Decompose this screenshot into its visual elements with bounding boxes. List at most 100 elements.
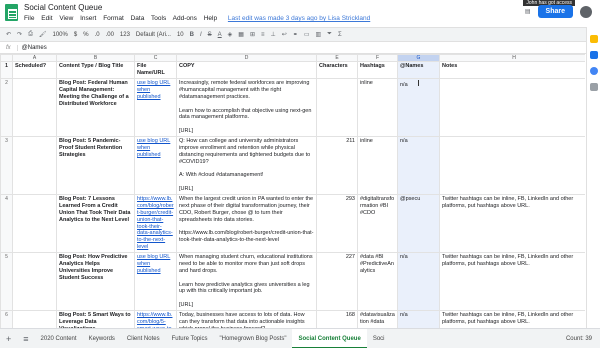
row-number[interactable]: 3 xyxy=(0,136,13,195)
cell-names[interactable]: n/a xyxy=(397,136,440,195)
print-icon[interactable]: ⎙ xyxy=(28,31,33,38)
corner-cell[interactable] xyxy=(0,54,13,63)
column-header-a[interactable]: A xyxy=(12,54,57,63)
cell-title[interactable]: Blog Post: 5 Smart Ways to Leverage Data… xyxy=(56,310,135,328)
redo-icon[interactable]: ↷ xyxy=(17,31,22,38)
column-header-c[interactable]: C xyxy=(134,54,177,63)
cell-hashtags[interactable]: inline xyxy=(357,78,398,137)
cell-url[interactable]: use blog URL when published xyxy=(134,252,177,311)
header-cell[interactable]: COPY xyxy=(176,61,317,79)
row-number[interactable]: 5 xyxy=(0,252,13,311)
text-color-icon[interactable]: A xyxy=(218,32,222,38)
column-header-f[interactable]: F xyxy=(357,54,398,63)
functions-icon[interactable]: Σ xyxy=(338,32,342,38)
cell-scheduled[interactable] xyxy=(12,194,57,253)
menu-format[interactable]: Format xyxy=(103,15,124,22)
cell-url[interactable]: use blog URL when published xyxy=(134,136,177,195)
add-sheet-button[interactable]: + xyxy=(0,334,17,344)
cell-copy[interactable]: When managing student churn, educational… xyxy=(176,252,317,311)
document-title[interactable]: Social Content Queue xyxy=(24,3,102,12)
align-icon[interactable]: ≡ xyxy=(261,32,265,38)
increase-decimal-button[interactable]: .00 xyxy=(106,32,114,38)
cell-characters[interactable]: 227 xyxy=(316,252,358,311)
header-cell[interactable]: Hashtags xyxy=(357,61,398,79)
font-select[interactable]: Default (Ari... xyxy=(136,32,171,38)
avatar[interactable] xyxy=(580,5,592,18)
cell-notes[interactable]: Twitter hashtags can be inline, FB, Link… xyxy=(439,194,585,253)
cell-scheduled[interactable] xyxy=(12,252,57,311)
cell-characters[interactable] xyxy=(316,78,358,137)
cell-copy[interactable]: When the largest credit union in PA want… xyxy=(176,194,317,253)
fill-color-icon[interactable]: ◈ xyxy=(228,31,233,38)
cell-characters[interactable]: 293 xyxy=(316,194,358,253)
cell-notes[interactable] xyxy=(439,136,585,195)
cell-title[interactable]: Blog Post: 5 Pandemic-Proof Student Rete… xyxy=(56,136,135,195)
keep-icon[interactable] xyxy=(589,35,598,43)
cell-title[interactable]: Blog Post: How Predictive Analytics Help… xyxy=(56,252,135,311)
row-number[interactable]: 2 xyxy=(0,78,13,137)
sheets-logo-icon[interactable] xyxy=(5,4,18,21)
cell-copy[interactable]: Q: How can college and university admini… xyxy=(176,136,317,195)
cell-copy[interactable]: Today, businesses have access to lots of… xyxy=(176,310,317,328)
header-cell[interactable]: File Name/URL xyxy=(134,61,177,79)
column-header-b[interactable]: B xyxy=(56,54,135,63)
menu-tools[interactable]: Tools xyxy=(151,15,166,22)
tab-homegrown-blog-posts[interactable]: "Homegrown Blog Posts" xyxy=(214,329,293,348)
last-edit-link[interactable]: Last edit was made 3 days ago by Lisa St… xyxy=(228,15,370,22)
cell-hashtags[interactable]: #data #BI #PredictiveAnalytics xyxy=(357,252,398,311)
merge-cells-icon[interactable]: ⊞ xyxy=(250,31,255,38)
wrap-icon[interactable]: ↩ xyxy=(282,31,287,38)
tab-future-topics[interactable]: Future Topics xyxy=(166,329,214,348)
cell-copy[interactable]: Increasingly, remote federal workforces … xyxy=(176,78,317,137)
status-count[interactable]: Count: 39 xyxy=(566,336,600,342)
cell-notes[interactable]: Twitter hashtags can be inline, FB, Link… xyxy=(439,252,585,311)
currency-button[interactable]: $ xyxy=(74,32,77,38)
menu-addons[interactable]: Add-ons xyxy=(173,15,197,22)
row-number[interactable]: 1 xyxy=(0,61,13,79)
link-icon[interactable]: ⚭ xyxy=(293,31,298,38)
menu-file[interactable]: File xyxy=(24,15,34,22)
filter-icon[interactable]: ⏷ xyxy=(327,31,332,38)
column-header-h[interactable]: H xyxy=(439,54,585,63)
header-cell[interactable]: Content Type / Blog Title xyxy=(56,61,135,79)
cell-names[interactable]: @psecu xyxy=(397,194,440,253)
comment-icon[interactable]: ▤ xyxy=(525,8,531,15)
column-header-g[interactable]: G xyxy=(397,54,440,63)
more-formats-button[interactable]: 123 xyxy=(120,32,130,38)
cell-title[interactable]: Blog Post: Federal Human Capital Managem… xyxy=(56,78,135,137)
cell-characters[interactable]: 168 xyxy=(316,310,358,328)
cell-hashtags[interactable]: #datavisualization #data xyxy=(357,310,398,328)
tab-social-content-queue[interactable]: Social Content Queue xyxy=(292,329,367,348)
column-header-d[interactable]: D xyxy=(176,54,317,63)
cell-title[interactable]: Blog Post: 7 Lessons Learned From a Cred… xyxy=(56,194,135,253)
cell-hashtags[interactable]: #digitaltransformation #BI #CDO xyxy=(357,194,398,253)
paint-format-icon[interactable]: 🖌 xyxy=(39,31,47,38)
tab-2020-content[interactable]: 2020 Content xyxy=(35,329,83,348)
strikethrough-icon[interactable]: S xyxy=(208,32,212,38)
formula-input[interactable]: @Names xyxy=(18,45,47,51)
tab-keywords[interactable]: Keywords xyxy=(83,329,121,348)
row-number[interactable]: 4 xyxy=(0,194,13,253)
add-ons-icon[interactable] xyxy=(589,83,598,91)
cell-notes[interactable]: Twitter hashtags can be inline, FB, Link… xyxy=(439,310,585,328)
decrease-decimal-button[interactable]: .0 xyxy=(95,32,100,38)
menu-insert[interactable]: Insert xyxy=(80,15,96,22)
header-cell[interactable]: Scheduled? xyxy=(12,61,57,79)
menu-edit[interactable]: Edit xyxy=(41,15,52,22)
cell-url[interactable]: https://www.lb.com/blog/5-smart-ways-to-… xyxy=(134,310,177,328)
cell-names[interactable]: n/a xyxy=(397,310,440,328)
column-header-e[interactable]: E xyxy=(316,54,358,63)
cell-scheduled[interactable] xyxy=(12,310,57,328)
menu-help[interactable]: Help xyxy=(204,15,217,22)
row-number[interactable]: 6 xyxy=(0,310,13,328)
share-button[interactable]: Share xyxy=(537,5,573,18)
tasks-icon[interactable] xyxy=(589,51,598,59)
tab-client-notes[interactable]: Client Notes xyxy=(121,329,166,348)
cell-url[interactable]: https://www.lb.com/blog/robert-burger/cr… xyxy=(134,194,177,253)
spreadsheet-grid[interactable]: A B C D E F G H 1 Scheduled? Content Typ… xyxy=(0,54,585,328)
cell-hashtags[interactable]: inline xyxy=(357,136,398,195)
percent-button[interactable]: % xyxy=(83,32,88,38)
bold-icon[interactable]: B xyxy=(190,32,194,38)
font-size-select[interactable]: 10 xyxy=(177,32,184,38)
undo-icon[interactable]: ↶ xyxy=(6,31,11,38)
